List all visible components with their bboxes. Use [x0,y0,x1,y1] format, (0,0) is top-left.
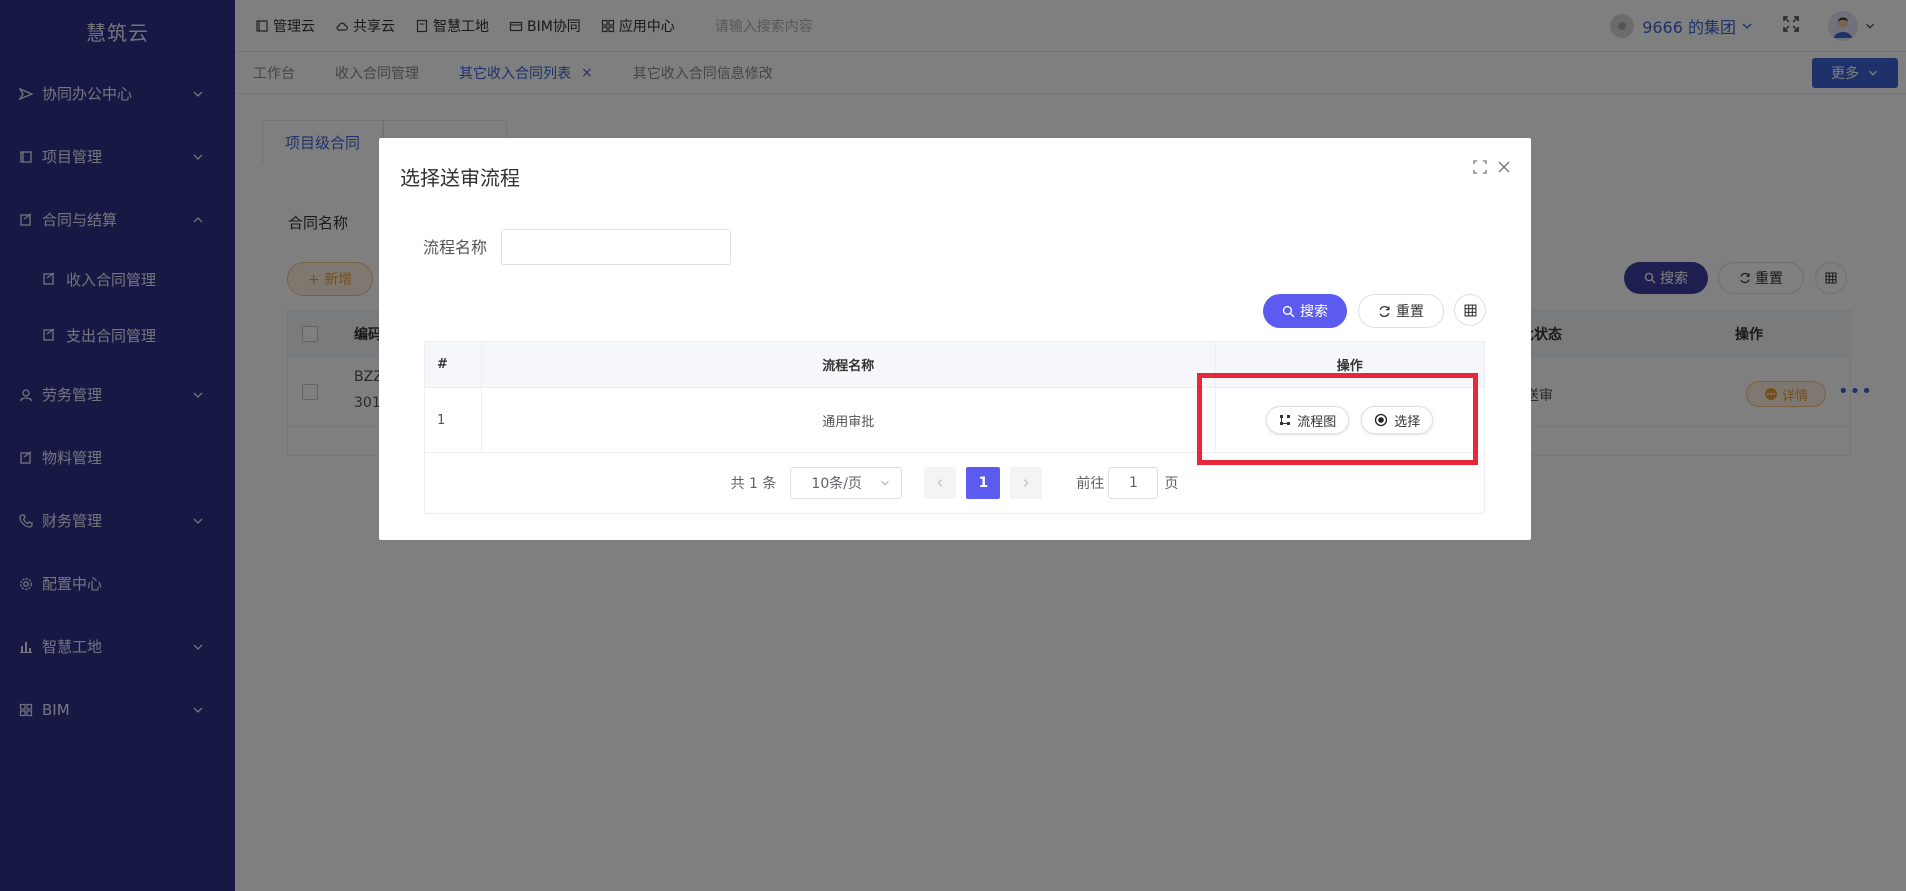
refresh-icon [1378,305,1391,318]
page-size-value: 10条/页 [811,476,862,492]
select-approval-flow-dialog: 选择送审流程 流程名称 搜索 重置 # 流程名称 操作 1 通用审批 流程图 选… [379,138,1531,540]
dialog-title: 选择送审流程 [400,166,520,190]
pagination-total: 共 1 条 [730,476,777,492]
goto-label: 前往 [1076,476,1105,492]
chevron-down-icon [881,480,890,486]
reset-button[interactable]: 重置 [1358,294,1444,328]
dialog-header-icons [1463,160,1511,174]
goto-page-input[interactable]: 1 [1108,467,1159,499]
col-index: # [425,342,482,387]
next-page-button[interactable] [1010,467,1043,499]
prev-page-button[interactable] [924,467,957,499]
col-flow-name: 流程名称 [482,342,1216,387]
close-icon[interactable] [1497,160,1511,174]
chevron-left-icon [937,479,943,487]
flow-name-input[interactable] [501,229,731,265]
page-size-select[interactable]: 10条/页 [790,467,903,499]
maximize-icon[interactable] [1473,160,1487,174]
grid-icon [1464,304,1476,316]
reset-label: 重置 [1396,304,1424,320]
flow-name-label: 流程名称 [423,238,488,257]
chevron-right-icon [1024,479,1030,487]
page-number-current[interactable]: 1 [966,467,1001,499]
highlight-box [1197,373,1478,465]
search-icon [1282,305,1295,318]
row-index: 1 [425,388,482,452]
column-settings-button[interactable] [1454,294,1486,326]
search-label: 搜索 [1300,304,1328,320]
row-flow-name: 通用审批 [482,388,1216,452]
goto-unit: 页 [1164,476,1179,492]
search-button[interactable]: 搜索 [1263,294,1347,328]
